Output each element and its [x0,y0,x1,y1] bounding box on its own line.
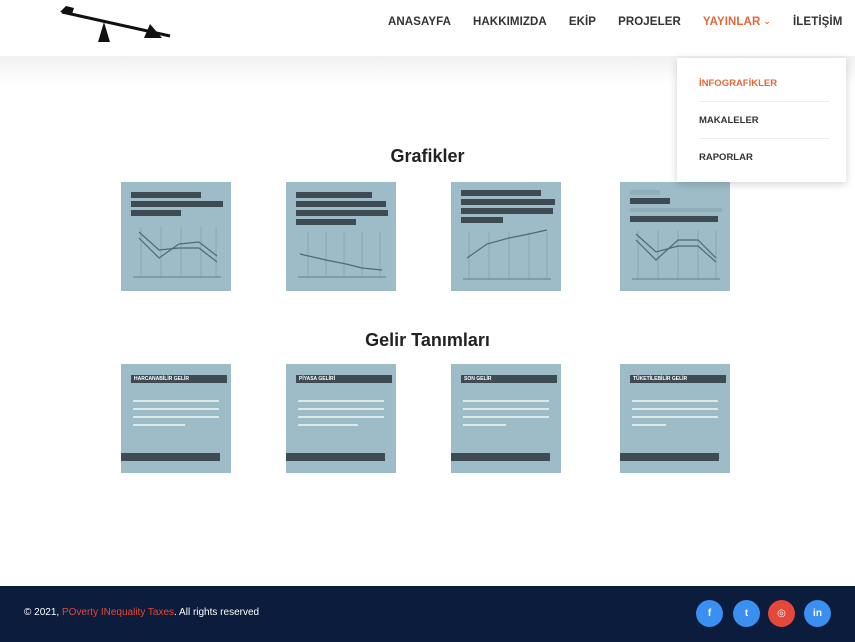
nav-item-ekip[interactable]: EKİP [569,16,596,28]
income-card-text [298,400,384,432]
nav-item-yayinlar-label: YAYINLAR [702,16,761,28]
copyright-prefix: © 2021, [24,607,60,618]
main-nav: ANASAYFA HAKKIMIZDA EKİP PROJELER YAYINL… [388,16,855,28]
linkedin-icon[interactable]: in [804,600,831,627]
graph-card-3[interactable] [451,182,561,291]
graph-thumbnail-1 [131,192,223,278]
nav-item-yayinlar[interactable]: YAYINLAR ⌄ [703,16,771,28]
facebook-icon[interactable]: f [696,600,723,627]
copyright-text: © 2021, POverty INequality Taxes. All ri… [24,607,259,618]
seesaw-logo[interactable] [52,2,172,46]
chevron-down-icon: ⌄ [763,16,772,26]
graph-thumbnail-2 [296,192,388,278]
nav-item-anasayfa[interactable]: ANASAYFA [388,16,451,28]
graph-thumbnail-4 [630,190,722,280]
dropdown-item-raporlar[interactable]: RAPORLAR [699,139,830,176]
instagram-icon[interactable]: ◎ [768,600,795,627]
income-card-title: PİYASA GELİRİ [296,375,392,383]
income-card-text [632,400,718,432]
income-card-piyasa[interactable]: PİYASA GELİRİ [286,364,396,473]
income-card-harcanabilir[interactable]: HARCANABİLİR GELİR [121,364,231,473]
header: ANASAYFA HAKKIMIZDA EKİP PROJELER YAYINL… [0,0,855,56]
dropdown-item-infografikler[interactable]: İNFOGRAFİKLER [699,65,830,102]
footer: © 2021, POverty INequality Taxes. All ri… [0,586,855,642]
twitter-icon[interactable]: t [733,600,760,627]
income-card-footer [121,453,220,461]
income-card-footer [620,453,719,461]
graph-thumbnail-3 [461,190,555,280]
income-card-title: SON GELİR [461,375,557,383]
yayinlar-dropdown-menu: İNFOGRAFİKLER MAKALELER RAPORLAR [677,58,846,182]
brand-link[interactable]: POverty INequality Taxes [62,607,174,618]
section-title-gelir-tanimlari: Gelir Tanımları [365,330,490,350]
graph-card-2[interactable] [286,182,396,291]
income-card-footer [286,453,385,461]
income-card-text [463,400,549,432]
income-card-title: TÜKETİLEBİLİR GELİR [630,375,726,383]
copyright-suffix: . All rights reserved [174,607,260,618]
nav-item-hakkimizda[interactable]: HAKKIMIZDA [473,16,547,28]
income-card-son[interactable]: SON GELİR [451,364,561,473]
nav-item-projeler[interactable]: PROJELER [618,16,681,28]
dropdown-item-makaleler[interactable]: MAKALELER [699,102,830,139]
nav-item-iletisim[interactable]: İLETİŞİM [793,16,842,28]
income-card-tuketilebilir[interactable]: TÜKETİLEBİLİR GELİR [620,364,730,473]
income-card-title: HARCANABİLİR GELİR [131,375,227,383]
graph-card-4[interactable] [620,182,730,291]
income-card-footer [451,453,550,461]
income-card-text [133,400,219,432]
graph-card-1[interactable] [121,182,231,291]
